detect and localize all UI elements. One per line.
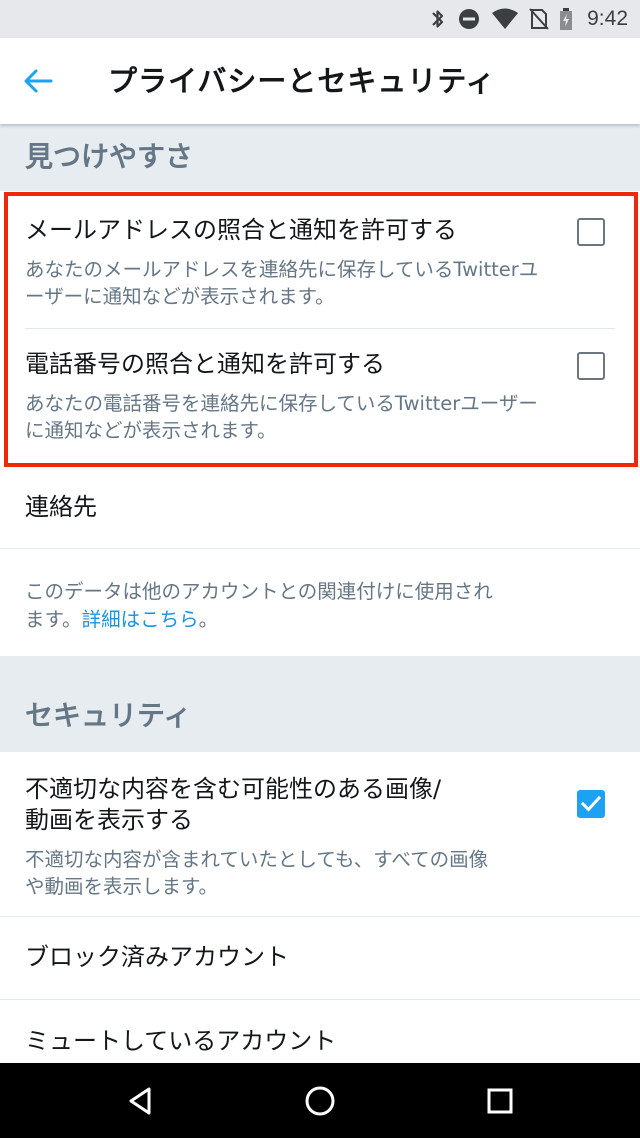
- section-header-security: セキュリティ: [0, 656, 640, 752]
- nav-recents-button[interactable]: [455, 1063, 545, 1138]
- data-usage-info-line-2: ます。詳細はこちら。: [25, 605, 600, 634]
- back-button[interactable]: [12, 57, 64, 105]
- nav-back-button[interactable]: [95, 1063, 185, 1138]
- status-bar: 9:42: [0, 0, 640, 38]
- settings-content[interactable]: 見つけやすさ メールアドレスの照合と通知を許可する あなたのメールアドレスを連絡…: [0, 124, 640, 1063]
- sensitive-media-row[interactable]: 不適切な内容を含む可能性のある画像/ 動画を表示する 不適切な内容が含まれていた…: [0, 752, 640, 916]
- nav-home-button[interactable]: [275, 1063, 365, 1138]
- navigation-bar: [0, 1063, 640, 1138]
- no-sim-icon: [529, 8, 549, 30]
- arrow-left-icon: [24, 69, 53, 93]
- security-block: 不適切な内容を含む可能性のある画像/ 動画を表示する 不適切な内容が含まれていた…: [0, 752, 640, 1063]
- section-title: 見つけやすさ: [25, 140, 194, 173]
- page-title: プライバシーとセキュリティ: [108, 64, 496, 98]
- muted-accounts-row[interactable]: ミュートしているアカウント: [0, 1000, 640, 1063]
- home-circle-icon: [305, 1086, 335, 1115]
- status-time: 9:42: [587, 7, 628, 30]
- back-triangle-icon: [129, 1087, 151, 1114]
- blocked-accounts-title: ブロック済みアカウント: [25, 943, 289, 971]
- status-icons: 9:42: [429, 0, 628, 38]
- contacts-title: 連絡先: [25, 493, 97, 521]
- info-prefix: ます。: [25, 608, 82, 631]
- battery-icon: [560, 8, 573, 30]
- sensitive-media-title-2: 動画を表示する: [25, 806, 193, 834]
- blocked-accounts-row[interactable]: ブロック済みアカウント: [0, 917, 640, 999]
- highlight-frame: [4, 192, 638, 467]
- data-usage-info: このデータは他のアカウントとの関連付けに使用され ます。詳細はこちら。: [0, 549, 640, 656]
- contacts-row[interactable]: 連絡先: [0, 466, 640, 548]
- section-header-discoverability: 見つけやすさ: [0, 124, 640, 191]
- bluetooth-icon: [432, 10, 444, 28]
- app-bar: プライバシーとセキュリティ: [0, 38, 640, 124]
- sensitive-media-desc-2: や動画を表示します。: [25, 875, 219, 898]
- learn-more-link[interactable]: 詳細はこちら: [82, 608, 199, 631]
- recents-square-icon: [487, 1088, 513, 1113]
- section-title: セキュリティ: [25, 699, 192, 732]
- info-suffix: 。: [198, 608, 219, 631]
- sensitive-media-desc-1: 不適切な内容が含まれていたとしても、すべての画像: [25, 848, 489, 871]
- check-icon: [580, 795, 602, 812]
- do-not-disturb-icon: [459, 9, 480, 29]
- muted-accounts-title: ミュートしているアカウント: [25, 1027, 337, 1055]
- wifi-icon: [492, 8, 519, 29]
- sensitive-media-checkbox[interactable]: [577, 790, 605, 818]
- data-usage-info-line-1: このデータは他のアカウントとの関連付けに使用され: [25, 580, 493, 603]
- sensitive-media-title-1: 不適切な内容を含む可能性のある画像/: [25, 775, 442, 803]
